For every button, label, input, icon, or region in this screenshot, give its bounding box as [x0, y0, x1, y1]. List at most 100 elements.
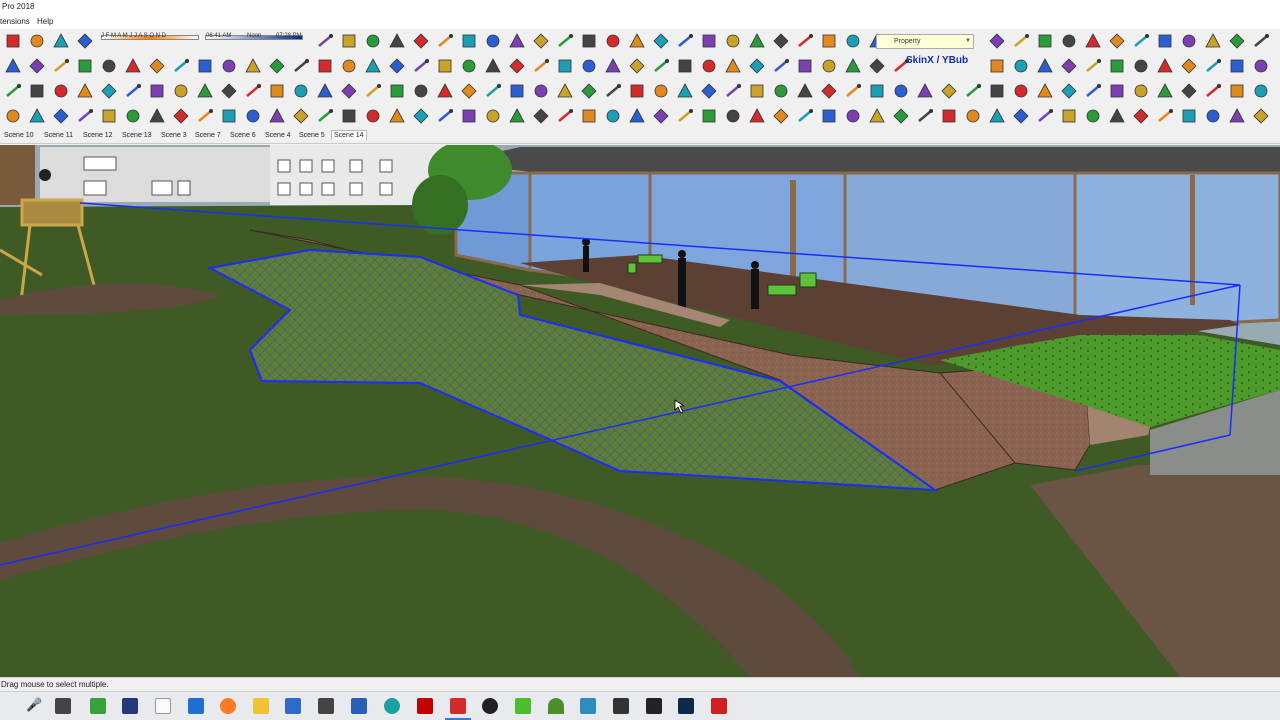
toolbar-tool-icon[interactable]: [436, 32, 454, 50]
toolbar-tool-icon[interactable]: [244, 107, 262, 125]
toolbar-tool-icon[interactable]: [340, 107, 358, 125]
toolbar-tool-icon[interactable]: [772, 82, 790, 100]
toolbar-tool-icon[interactable]: [28, 107, 46, 125]
toolbar-tool-icon[interactable]: [220, 57, 238, 75]
toolbar-tool-icon[interactable]: [460, 82, 478, 100]
toolbar-tool-icon[interactable]: [820, 32, 838, 50]
toolbar-tool-icon[interactable]: [1204, 57, 1222, 75]
toolbar-tool-icon[interactable]: [748, 32, 766, 50]
toolbar-tool-icon[interactable]: [220, 107, 238, 125]
toolbar-tool-icon[interactable]: [580, 32, 598, 50]
toolbar-tool-icon[interactable]: [52, 107, 70, 125]
toolbar-tool-icon[interactable]: [484, 57, 502, 75]
app-teal-icon[interactable]: [384, 698, 400, 714]
toolbar-tool-icon[interactable]: [796, 32, 814, 50]
toolbar-tool-icon[interactable]: [388, 57, 406, 75]
toolbar-tool-icon[interactable]: [1108, 57, 1126, 75]
toolbar-tool-icon[interactable]: [292, 57, 310, 75]
toolbar-tool-icon[interactable]: [700, 82, 718, 100]
toolbar-tool-icon[interactable]: [652, 57, 670, 75]
toolbar-tool-icon[interactable]: [892, 107, 910, 125]
toolbar-tool-icon[interactable]: [340, 32, 358, 50]
toolbar-tool-icon[interactable]: [100, 82, 118, 100]
toolbar-tool-icon[interactable]: [580, 107, 598, 125]
model-viewport[interactable]: [0, 145, 1280, 677]
toolbar-tool-icon[interactable]: [964, 82, 982, 100]
toolbar-tool-icon[interactable]: [364, 32, 382, 50]
toolbar-tool-icon[interactable]: [148, 107, 166, 125]
toolbar-tool-icon[interactable]: [1108, 32, 1126, 50]
toolbar-tool-icon[interactable]: [508, 32, 526, 50]
toolbar-tool-icon[interactable]: [892, 82, 910, 100]
toolbar-tool-icon[interactable]: [724, 107, 742, 125]
toolbar-tool-icon[interactable]: [508, 82, 526, 100]
toolbar-tool-icon[interactable]: [868, 57, 886, 75]
toolbar-tool-icon[interactable]: [412, 32, 430, 50]
toolbar-tool-icon[interactable]: [1060, 32, 1078, 50]
toolbar-tool-icon[interactable]: [844, 57, 862, 75]
menu-extensions[interactable]: tensions: [0, 17, 30, 26]
toolbar-tool-icon[interactable]: [1036, 32, 1054, 50]
tab-scene-7[interactable]: Scene 7: [193, 131, 223, 140]
toolbar-tool-icon[interactable]: [1204, 107, 1222, 125]
toolbar-tool-icon[interactable]: [412, 107, 430, 125]
toolbar-tool-icon[interactable]: [1012, 32, 1030, 50]
toolbar-tool-icon[interactable]: [772, 107, 790, 125]
toolbar-tool-icon[interactable]: [604, 32, 622, 50]
toolbar-tool-icon[interactable]: [1156, 107, 1174, 125]
toolbar-tool-icon[interactable]: [844, 107, 862, 125]
toolbar-tool-icon[interactable]: [556, 32, 574, 50]
toolbar-tool-icon[interactable]: [532, 107, 550, 125]
toolbar-tool-icon[interactable]: [1108, 82, 1126, 100]
app-snowflake-icon[interactable]: [580, 698, 596, 714]
toolbar-tool-icon[interactable]: [820, 107, 838, 125]
toolbar-tool-icon[interactable]: [1132, 57, 1150, 75]
toolbar-tool-icon[interactable]: [652, 107, 670, 125]
tab-scene-12[interactable]: Scene 12: [81, 131, 115, 140]
toolbar-tool-icon[interactable]: [1252, 32, 1270, 50]
toolbar-tool-icon[interactable]: [100, 57, 118, 75]
toolbar-tool-icon[interactable]: [388, 107, 406, 125]
toolbar-tool-icon[interactable]: [100, 107, 118, 125]
toolbar-tool-icon[interactable]: [772, 32, 790, 50]
unreal-icon[interactable]: [482, 698, 498, 714]
toolbar-tool-icon[interactable]: [772, 57, 790, 75]
toolbar-tool-icon[interactable]: [580, 57, 598, 75]
toolbar-tool-icon[interactable]: [1132, 107, 1150, 125]
menu-help[interactable]: Help: [37, 17, 53, 26]
toolbar-tool-icon[interactable]: [580, 82, 598, 100]
toolbar-tool-icon[interactable]: [724, 57, 742, 75]
toolbar-tool-icon[interactable]: [172, 82, 190, 100]
toolbar-tool-icon[interactable]: [1012, 107, 1030, 125]
tab-scene-6[interactable]: Scene 6: [228, 131, 258, 140]
property-dropdown[interactable]: Property ▼: [876, 34, 974, 49]
toolbar-tool-icon[interactable]: [604, 57, 622, 75]
toolbar-tool-icon[interactable]: [1156, 82, 1174, 100]
toolbar-tool-icon[interactable]: [76, 82, 94, 100]
toolbar-tool-icon[interactable]: [52, 57, 70, 75]
app-red-icon[interactable]: [711, 698, 727, 714]
toolbar-tool-icon[interactable]: [748, 107, 766, 125]
toolbar-tool-icon[interactable]: [556, 57, 574, 75]
store-icon[interactable]: [285, 698, 301, 714]
toolbar-tool-icon[interactable]: [1204, 32, 1222, 50]
toolbar-tool-icon[interactable]: [652, 32, 670, 50]
toolbar-tool-icon[interactable]: [1204, 82, 1222, 100]
toolbar-tool-icon[interactable]: [628, 32, 646, 50]
toolbar-tool-icon[interactable]: [316, 107, 334, 125]
toolbar-tool-icon[interactable]: [124, 57, 142, 75]
toolbar-tool-icon[interactable]: [940, 82, 958, 100]
toolbar-tool-icon[interactable]: [1036, 57, 1054, 75]
toolbar-tool-icon[interactable]: [148, 57, 166, 75]
word-icon[interactable]: [351, 698, 367, 714]
toolbar-tool-icon[interactable]: [460, 57, 478, 75]
toolbar-tool-icon[interactable]: [940, 107, 958, 125]
toolbar-tool-icon[interactable]: [628, 82, 646, 100]
toolbar-tool-icon[interactable]: [1180, 82, 1198, 100]
toolbar-tool-icon[interactable]: [4, 57, 22, 75]
toolbar-tool-icon[interactable]: [676, 82, 694, 100]
toolbar-tool-icon[interactable]: [1036, 82, 1054, 100]
mail-icon[interactable]: [318, 698, 334, 714]
toolbar-tool-icon[interactable]: [988, 32, 1006, 50]
microphone-icon[interactable]: 🎤: [26, 697, 42, 713]
